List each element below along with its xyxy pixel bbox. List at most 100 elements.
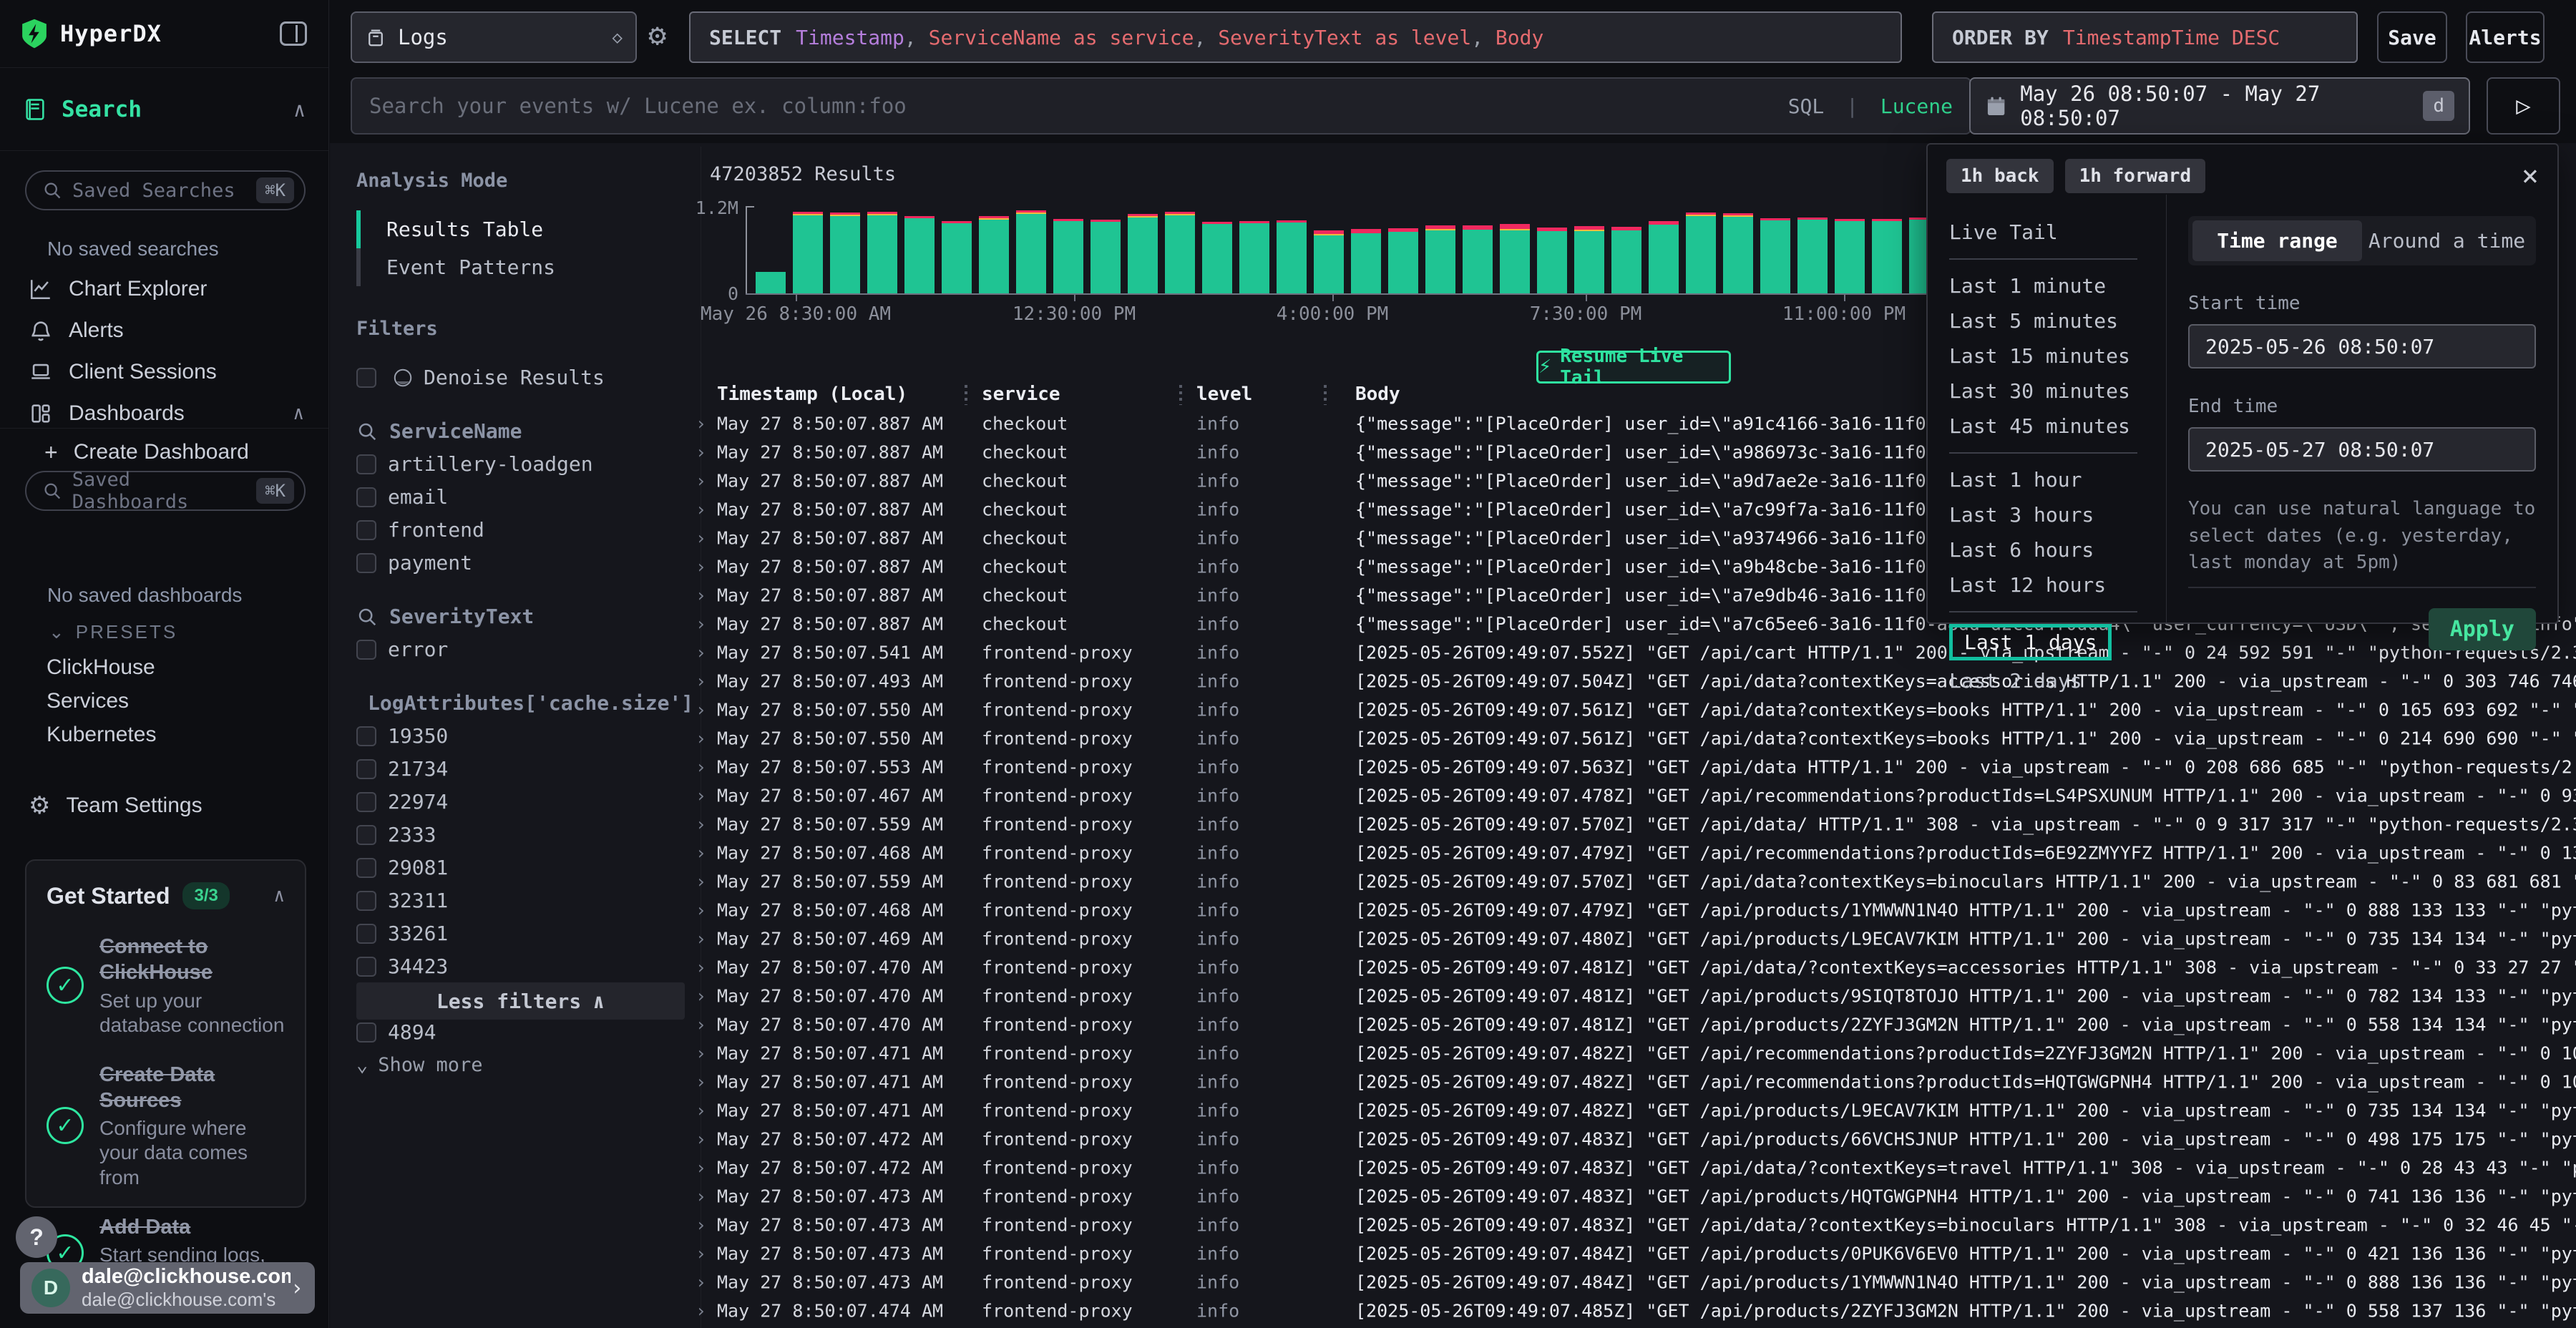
row-expand-chevron[interactable]: › — [696, 986, 706, 1007]
sidebar-item-kubernetes[interactable]: Kubernetes — [47, 723, 156, 747]
date-range-input[interactable]: May 26 08:50:07 - May 27 08:50:07 d — [1969, 77, 2470, 135]
table-row[interactable]: ›May 27 8:50:07.559 AMfrontend-proxyinfo… — [0, 810, 2576, 839]
table-row[interactable]: ›May 27 8:50:07.550 AMfrontend-proxyinfo… — [0, 724, 2576, 753]
chart-bar[interactable] — [756, 272, 786, 294]
chart-bar[interactable] — [1202, 222, 1232, 293]
time-option-last-1-minute[interactable]: Last 1 minute — [1949, 268, 2166, 303]
chevron-up-icon[interactable]: ∧ — [293, 403, 304, 424]
chart-bar[interactable] — [1239, 221, 1269, 293]
row-expand-chevron[interactable]: › — [696, 929, 706, 949]
sidebar-item-search[interactable]: Search ∧ — [0, 69, 328, 151]
lucene-search-input[interactable]: Search your events w/ Lucene ex. column:… — [351, 77, 1971, 135]
row-expand-chevron[interactable]: › — [696, 1072, 706, 1093]
get-started-step[interactable]: ✓ Connect to ClickHouseSet up your datab… — [47, 934, 285, 1038]
row-expand-chevron[interactable]: › — [696, 1186, 706, 1207]
chart-bar[interactable] — [1500, 224, 1530, 293]
chart-bar[interactable] — [942, 221, 972, 293]
chart-bar[interactable] — [1351, 229, 1381, 293]
sidebar-item-chart-explorer[interactable]: Chart Explorer — [0, 270, 328, 308]
time-option-last-15-minutes[interactable]: Last 15 minutes — [1949, 338, 2166, 374]
chart-bar[interactable] — [1091, 220, 1121, 293]
table-row[interactable]: ›May 27 8:50:07.559 AMfrontend-proxyinfo… — [0, 867, 2576, 896]
row-expand-chevron[interactable]: › — [696, 757, 706, 778]
chart-bar[interactable] — [1797, 218, 1828, 293]
create-dashboard-button[interactable]: + Create Dashboard — [0, 434, 328, 471]
col-body[interactable]: Body — [1355, 384, 1400, 405]
one-hour-forward-button[interactable]: 1h forward — [2065, 159, 2206, 193]
table-row[interactable]: ›May 27 8:50:07.472 AMfrontend-proxyinfo… — [0, 1125, 2576, 1153]
row-expand-chevron[interactable]: › — [696, 900, 706, 921]
get-started-header[interactable]: Get Started 3/3 ∧ — [47, 882, 285, 909]
table-row[interactable]: ›May 27 8:50:07.550 AMfrontend-proxyinfo… — [0, 695, 2576, 724]
table-row[interactable]: ›May 27 8:50:07.473 AMfrontend-proxyinfo… — [0, 1182, 2576, 1211]
get-started-step[interactable]: ✓ Create Data SourcesConfigure where you… — [47, 1062, 285, 1190]
sql-mode-toggle[interactable]: SQL — [1788, 94, 1825, 118]
time-option-last-30-minutes[interactable]: Last 30 minutes — [1949, 374, 2166, 409]
user-menu[interactable]: D dale@clickhouse.com dale@clickhouse.co… — [20, 1262, 315, 1314]
row-expand-chevron[interactable]: › — [696, 528, 706, 549]
row-expand-chevron[interactable]: › — [696, 414, 706, 434]
tab-around-a-time[interactable]: Around a time — [2362, 220, 2532, 261]
col-timestamp[interactable]: Timestamp (Local) — [717, 384, 907, 405]
chart-bar[interactable] — [1760, 218, 1790, 293]
table-row[interactable]: ›May 27 8:50:07.468 AMfrontend-proxyinfo… — [0, 839, 2576, 867]
sidebar-item-team-settings[interactable]: ⚙ Team Settings — [0, 787, 328, 824]
chart-bar[interactable] — [793, 212, 823, 293]
chart-bar[interactable] — [1388, 228, 1418, 293]
column-drag-handle[interactable] — [965, 385, 967, 405]
chevron-up-icon[interactable]: ∧ — [293, 98, 306, 122]
table-row[interactable]: ›May 27 8:50:07.470 AMfrontend-proxyinfo… — [0, 982, 2576, 1010]
table-row[interactable]: ›May 27 8:50:07.470 AMfrontend-proxyinfo… — [0, 953, 2576, 982]
time-option-last-5-minutes[interactable]: Last 5 minutes — [1949, 303, 2166, 338]
table-row[interactable]: ›May 27 8:50:07.473 AMfrontend-proxyinfo… — [0, 1268, 2576, 1297]
chart-bar[interactable] — [1723, 213, 1753, 293]
column-drag-handle[interactable] — [1324, 385, 1327, 405]
chart-bar[interactable] — [1649, 221, 1679, 293]
chevron-up-icon[interactable]: ∧ — [273, 885, 285, 907]
row-expand-chevron[interactable]: › — [696, 728, 706, 749]
chart-bar[interactable] — [1128, 214, 1158, 293]
time-option-last-45-minutes[interactable]: Last 45 minutes — [1949, 409, 2166, 444]
sidebar-collapse-icon[interactable] — [280, 21, 307, 46]
table-row[interactable]: ›May 27 8:50:07.473 AMfrontend-proxyinfo… — [0, 1211, 2576, 1239]
apply-button[interactable]: Apply — [2429, 608, 2536, 650]
select-clause-input[interactable]: SELECT Timestamp, ServiceName as service… — [689, 11, 1902, 63]
sidebar-item-dashboards[interactable]: Dashboards ∧ — [0, 395, 328, 432]
chart-bar[interactable] — [867, 212, 897, 293]
time-option-live-tail[interactable]: Live Tail — [1949, 215, 2166, 250]
start-time-input[interactable]: 2025-05-26 08:50:07 — [2188, 324, 2536, 368]
run-query-button[interactable]: ▷ — [2487, 77, 2560, 135]
time-option-last-2-days[interactable]: Last 2 days — [1949, 663, 2166, 698]
table-row[interactable]: ›May 27 8:50:07.471 AMfrontend-proxyinfo… — [0, 1068, 2576, 1096]
table-row[interactable]: ›May 27 8:50:07.493 AMfrontend-proxyinfo… — [0, 667, 2576, 695]
orderby-clause-input[interactable]: ORDER BY TimestampTime DESC — [1932, 11, 2358, 63]
table-row[interactable]: ›May 27 8:50:07.553 AMfrontend-proxyinfo… — [0, 753, 2576, 781]
one-hour-back-button[interactable]: 1h back — [1946, 159, 2054, 193]
saved-searches-input[interactable]: Saved Searches ⌘K — [25, 170, 306, 210]
chart-bar[interactable] — [1574, 226, 1604, 293]
sidebar-item-alerts[interactable]: Alerts — [0, 312, 328, 349]
column-drag-handle[interactable] — [1179, 385, 1182, 405]
row-expand-chevron[interactable]: › — [696, 671, 706, 692]
table-row[interactable]: ›May 27 8:50:07.471 AMfrontend-proxyinfo… — [0, 1039, 2576, 1068]
alerts-button[interactable]: Alerts — [2466, 11, 2545, 63]
time-option-last-1-days[interactable]: Last 1 days — [1949, 624, 2112, 660]
sidebar-item-clickhouse[interactable]: ClickHouse — [47, 655, 155, 680]
row-expand-chevron[interactable]: › — [696, 957, 706, 978]
chart-bar[interactable] — [1277, 220, 1307, 293]
row-expand-chevron[interactable]: › — [696, 614, 706, 635]
chart-bar[interactable] — [1016, 210, 1046, 293]
chart-bar[interactable] — [1463, 225, 1493, 293]
sidebar-item-client-sessions[interactable]: Client Sessions — [0, 353, 328, 391]
chart-bar[interactable] — [1537, 228, 1567, 293]
resume-live-tail-button[interactable]: ⚡ Resume Live Tail — [1536, 351, 1731, 384]
table-row[interactable]: ›May 27 8:50:07.474 AMfrontend-proxyinfo… — [0, 1297, 2576, 1325]
chart-bar[interactable] — [1686, 213, 1716, 293]
row-expand-chevron[interactable]: › — [696, 872, 706, 892]
chart-bar[interactable] — [904, 216, 935, 293]
row-expand-chevron[interactable]: › — [696, 1215, 706, 1236]
presets-section[interactable]: ⌄PRESETS — [49, 621, 177, 643]
row-expand-chevron[interactable]: › — [696, 499, 706, 520]
row-expand-chevron[interactable]: › — [696, 1129, 706, 1150]
row-expand-chevron[interactable]: › — [696, 1043, 706, 1064]
